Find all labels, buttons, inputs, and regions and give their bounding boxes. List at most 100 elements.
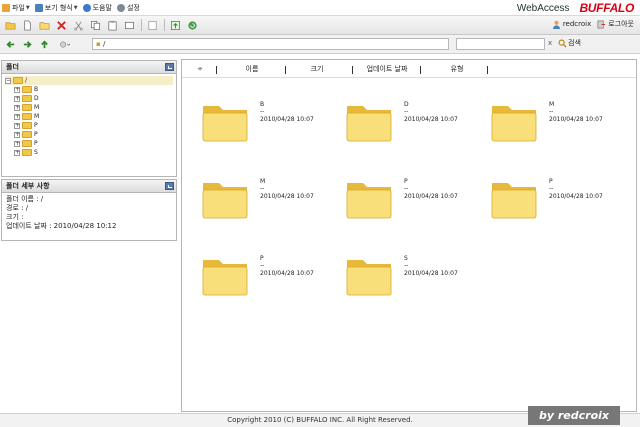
folder-panel-title: 폴더	[6, 63, 19, 71]
tree-item[interactable]: + P	[5, 130, 173, 139]
refresh-button[interactable]	[186, 19, 199, 32]
up-button[interactable]	[38, 38, 50, 50]
menu-help-label: 도움말	[92, 3, 112, 12]
folder-icon	[13, 77, 23, 84]
column-divider	[216, 66, 217, 74]
path-field[interactable]: ▪ /	[92, 38, 449, 50]
forward-button[interactable]	[21, 38, 33, 50]
chevron-down-icon: ▼	[25, 4, 30, 11]
expand-icon[interactable]: +	[14, 104, 20, 111]
expand-icon[interactable]: +	[14, 131, 20, 138]
open-folder-button[interactable]	[4, 19, 17, 32]
detail-name: 폴더 이름 : /	[6, 195, 44, 203]
folder-item[interactable]: P -- 2010/04/28 10:07	[346, 175, 486, 235]
copy-button[interactable]	[89, 19, 102, 32]
folder-size: --	[404, 185, 409, 192]
folder-path-icon: ▪	[96, 40, 101, 48]
type-column[interactable]: 유형	[422, 64, 492, 74]
folder-date: 2010/04/28 10:07	[549, 116, 603, 123]
paste-button[interactable]	[106, 19, 119, 32]
expand-icon[interactable]: +	[14, 122, 20, 129]
delete-button[interactable]	[55, 19, 68, 32]
folder-icon	[22, 122, 32, 129]
cut-button[interactable]	[72, 19, 85, 32]
column-divider	[487, 66, 488, 74]
tree-item[interactable]: + D	[5, 94, 173, 103]
menu-file[interactable]: 파일 ▼	[2, 3, 30, 13]
menu-help[interactable]: 도움말	[82, 3, 112, 13]
search-icon	[558, 39, 567, 48]
menu-view-label: 보기 형식	[44, 3, 73, 12]
folder-date: 2010/04/28 10:07	[260, 270, 314, 277]
copy-icon	[91, 20, 100, 30]
folder-date: 2010/04/28 10:07	[404, 270, 458, 277]
collapse-panel-button[interactable]	[165, 182, 174, 190]
column-divider	[285, 66, 286, 74]
clear-search-button[interactable]: x	[548, 39, 552, 47]
rename-button[interactable]	[123, 19, 136, 32]
size-column[interactable]: 크기	[292, 64, 342, 74]
tree-item[interactable]: + P	[5, 139, 173, 148]
search-button[interactable]: 검색	[558, 38, 581, 48]
address-bar: ▪ / x 검색	[0, 35, 640, 54]
back-button[interactable]	[4, 38, 16, 50]
updated-column[interactable]: 업데이트 날짜	[357, 64, 417, 74]
new-folder-button[interactable]	[38, 19, 51, 32]
folder-date: 2010/04/28 10:07	[260, 193, 314, 200]
logout-link[interactable]: 로그아웃	[608, 19, 634, 29]
search-input[interactable]	[456, 38, 545, 50]
open-folder-icon	[5, 21, 16, 29]
folder-item[interactable]: P -- 2010/04/28 10:07	[491, 175, 631, 235]
folder-item[interactable]: B -- 2010/04/28 10:07	[202, 98, 342, 158]
tree-item-label: P	[34, 122, 38, 129]
folder-details-panel: 폴더 세부 사항 폴더 이름 : / 경로 : / 크기 : 업데이트 날짜 :…	[1, 179, 177, 241]
folder-item[interactable]: P -- 2010/04/28 10:07	[202, 252, 342, 312]
name-column[interactable]: 이름	[222, 64, 282, 74]
expand-icon[interactable]: +	[14, 86, 20, 93]
upload-icon	[171, 20, 180, 30]
tree-item[interactable]: + S	[5, 148, 173, 157]
folder-icon	[491, 183, 537, 219]
folder-icon	[22, 149, 32, 156]
details-panel-title: 폴더 세부 사항	[6, 182, 50, 190]
delete-icon	[57, 20, 66, 30]
collapse-icon[interactable]: −	[5, 77, 11, 84]
tree-root[interactable]: − /	[5, 76, 173, 85]
collapse-panel-button[interactable]	[165, 63, 174, 71]
folder-size: --	[260, 108, 265, 115]
history-button[interactable]	[55, 38, 73, 50]
details-panel-header: 폴더 세부 사항	[2, 180, 176, 193]
folder-item[interactable]: D -- 2010/04/28 10:07	[346, 98, 486, 158]
folder-icon	[491, 106, 537, 142]
username: redcroix	[562, 20, 592, 28]
tree-item[interactable]: + M	[5, 112, 173, 121]
tree-item[interactable]: + P	[5, 121, 173, 130]
expand-icon[interactable]: +	[14, 113, 20, 120]
buffalo-logo: BUFFALO	[579, 1, 634, 15]
upload-button[interactable]	[169, 19, 182, 32]
expand-icon[interactable]: +	[14, 95, 20, 102]
folder-date: 2010/04/28 10:07	[549, 193, 603, 200]
brand: WebAccess BUFFALO	[517, 1, 634, 15]
detail-size: 크기 :	[6, 213, 24, 221]
folder-item[interactable]: M -- 2010/04/28 10:07	[491, 98, 631, 158]
properties-button[interactable]	[146, 19, 159, 32]
properties-icon	[148, 20, 157, 30]
menu-view[interactable]: 보기 형식 ▼	[34, 3, 78, 13]
menu-settings[interactable]: 설정	[116, 3, 140, 13]
folder-name: P	[260, 255, 264, 262]
folder-date: 2010/04/28 10:07	[260, 116, 314, 123]
new-file-button[interactable]	[21, 19, 34, 32]
tree-item[interactable]: + B	[5, 85, 173, 94]
copyright-text: Copyright 2010 (C) BUFFALO INC. All Righ…	[227, 416, 413, 424]
expand-icon[interactable]: +	[14, 149, 20, 156]
folder-item[interactable]: S -- 2010/04/28 10:07	[346, 252, 486, 312]
folder-item[interactable]: M -- 2010/04/28 10:07	[202, 175, 342, 235]
sort-column[interactable]: ÷	[194, 64, 206, 74]
column-divider	[352, 66, 353, 74]
expand-icon[interactable]: +	[14, 140, 20, 147]
tree-item[interactable]: + M	[5, 103, 173, 112]
folder-date: 2010/04/28 10:07	[404, 193, 458, 200]
view-icon	[34, 3, 43, 12]
chevron-down-icon: ▼	[73, 4, 78, 11]
